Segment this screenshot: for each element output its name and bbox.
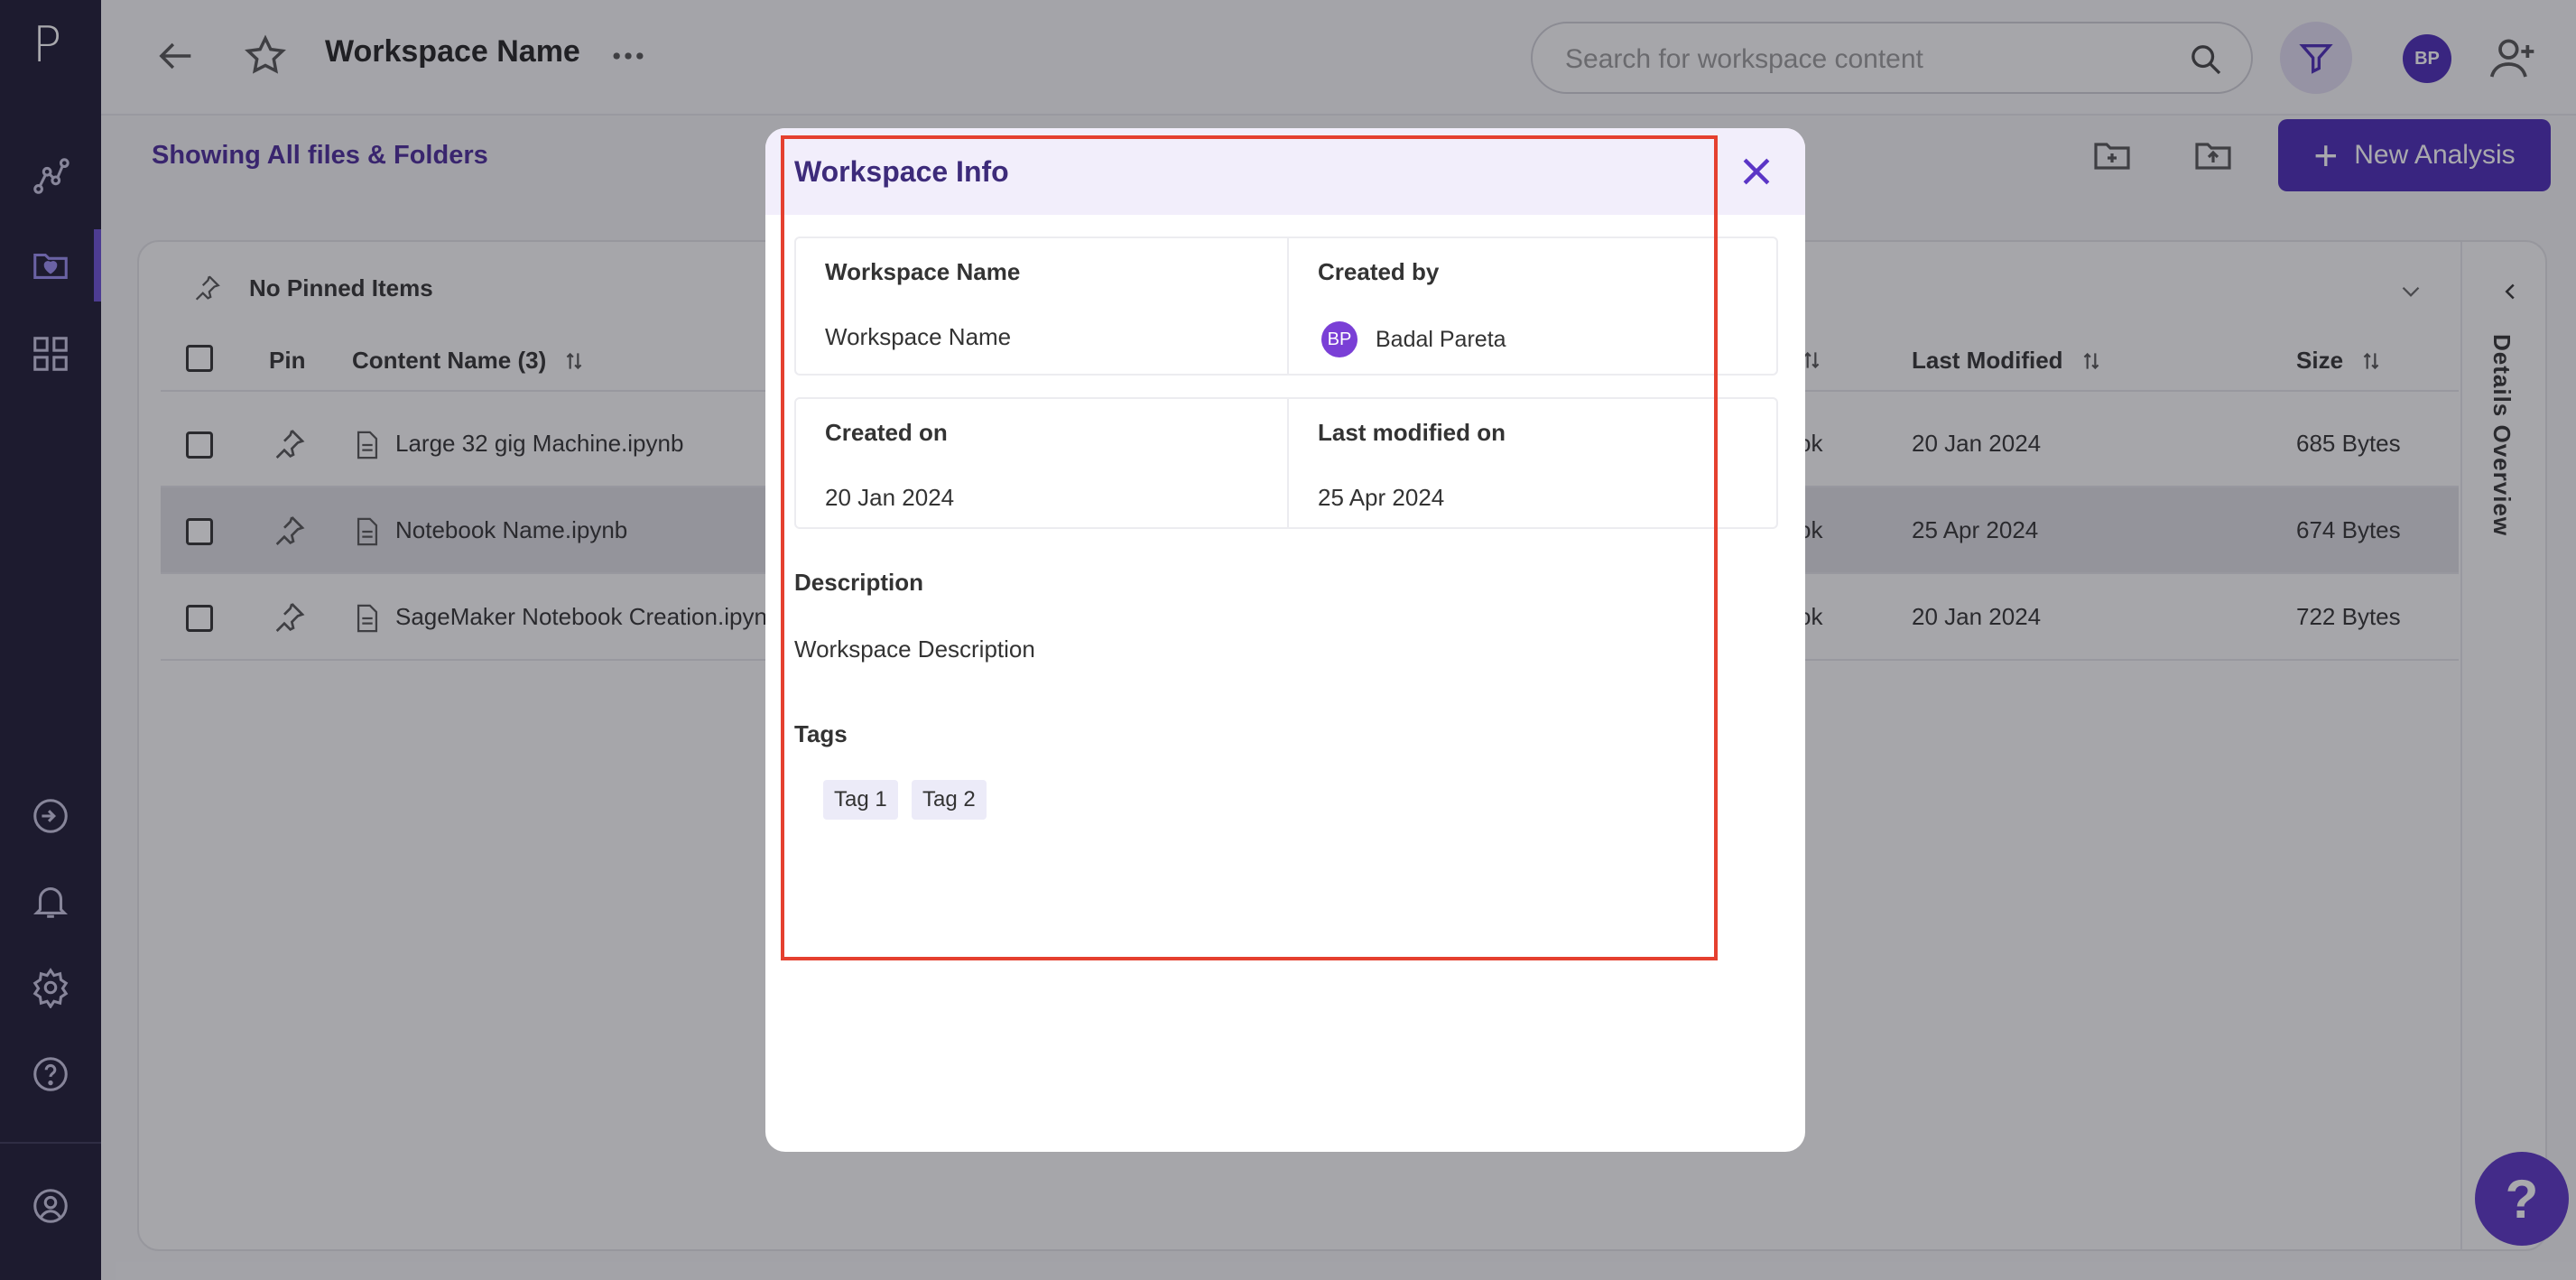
close-icon[interactable] bbox=[1737, 152, 1776, 191]
highlight-rectangle bbox=[781, 135, 1718, 960]
